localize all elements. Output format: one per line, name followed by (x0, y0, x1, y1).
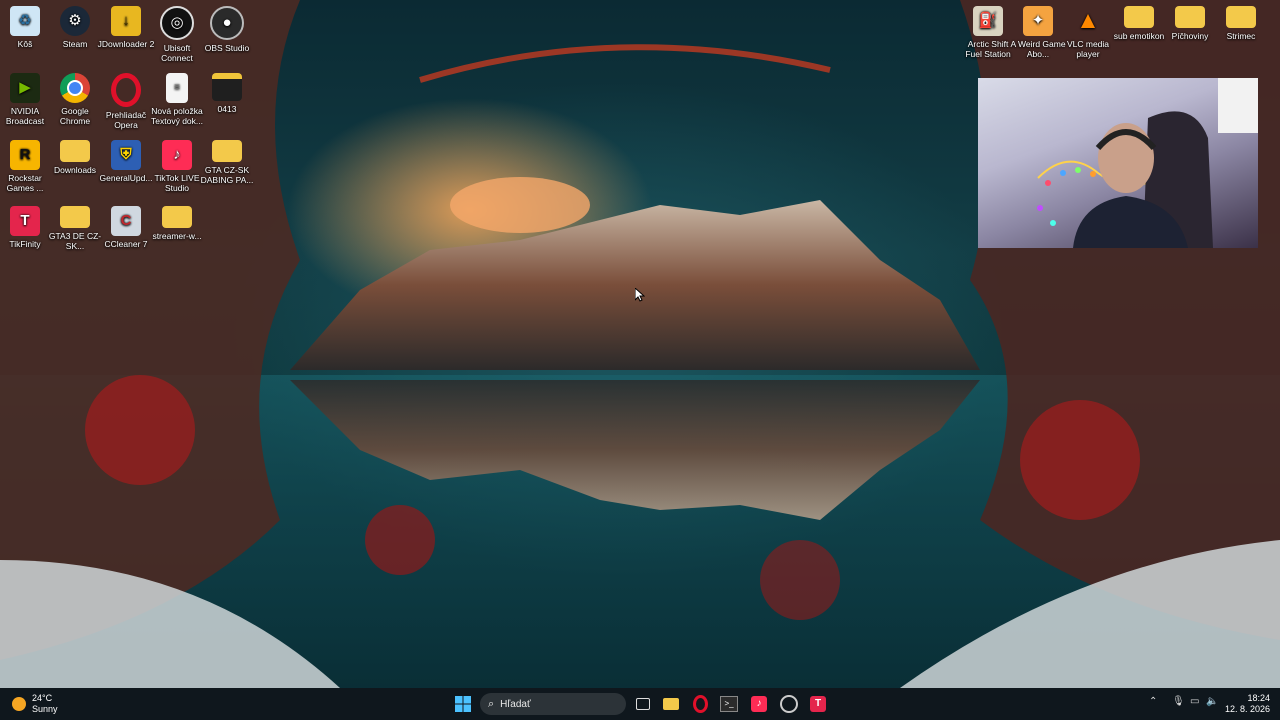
microphone-icon[interactable]: 🎙 (1172, 696, 1185, 707)
folder-icon (1175, 6, 1205, 28)
desktop-icon-0413[interactable]: 0413 (198, 73, 256, 114)
tikfinity-icon: T (810, 696, 826, 712)
weather-temp: 24°C (32, 693, 53, 703)
sun-icon (12, 697, 26, 711)
taskbar-tikfinity[interactable]: T (808, 694, 828, 714)
desktop-icon-sub-emotikon[interactable]: sub emotikon (1110, 6, 1168, 41)
file-explorer-icon (663, 698, 679, 710)
jdownloader-icon: ↓ (111, 6, 141, 36)
start-button[interactable] (453, 694, 473, 714)
folder-icon (1226, 6, 1256, 28)
webcam-person (1037, 78, 1258, 248)
network-icon[interactable]: ▭ (1190, 696, 1199, 707)
obs-icon: ● (210, 6, 244, 40)
text-document-icon: ≡ (166, 73, 188, 103)
taskbar-obs[interactable] (779, 694, 799, 714)
desktop-icon-generalupd[interactable]: ⛨ GeneralUpd... (97, 140, 155, 183)
nvidia-icon: ▶ (10, 73, 40, 103)
tiktok-icon: ♪ (162, 140, 192, 170)
desktop-icon-obs[interactable]: ● OBS Studio (198, 6, 256, 53)
taskbar-terminal[interactable]: >_ (719, 694, 739, 714)
chrome-icon (60, 73, 90, 103)
folder-icon (60, 206, 90, 228)
folder-icon (60, 140, 90, 162)
clock-time: 18:24 (1247, 693, 1270, 703)
desktop-icon-strimec[interactable]: Strimec (1212, 6, 1270, 41)
game-icon: ✦ (1023, 6, 1053, 36)
desktop-icon-gta3[interactable]: GTA3 DE CZ-SK... (46, 206, 104, 251)
taskbar-file-explorer[interactable] (661, 694, 681, 714)
folder-icon (1124, 6, 1154, 28)
desktop-icon-jdownloader[interactable]: ↓ JDownloader 2 (97, 6, 155, 49)
steam-icon: ⚙ (60, 6, 90, 36)
task-view-button[interactable] (633, 694, 653, 714)
clock-date: 12. 8. 2026 (1224, 704, 1270, 714)
shield-icon: ⛨ (111, 140, 141, 170)
mouse-cursor (635, 288, 645, 302)
ccleaner-icon: C (111, 206, 141, 236)
terminal-icon: >_ (720, 696, 738, 712)
desktop-icon-streamer[interactable]: streamer-w... (148, 206, 206, 241)
obs-icon (780, 695, 798, 713)
rockstar-icon: R (10, 140, 40, 170)
ubisoft-icon: ◎ (160, 6, 194, 40)
folder-icon (212, 73, 242, 101)
task-view-icon (636, 698, 650, 710)
search-icon: ⌕ (488, 697, 495, 710)
arctic-shift-icon: ⛽ (973, 6, 1003, 36)
taskbar-tiktok[interactable]: ♪ (749, 694, 769, 714)
desktop-icon-chrome[interactable]: Google Chrome (46, 73, 104, 126)
recycle-bin-icon: ♻ (10, 6, 40, 36)
desktop-icon-gta-dabing[interactable]: GTA CZ-SK DABING PA... (198, 140, 256, 185)
taskbar-clock[interactable]: 18:24 12. 8. 2026 (1224, 693, 1270, 715)
desktop-icon-vlc[interactable]: ▲ VLC media player (1059, 6, 1117, 60)
desktop-icon-downloads[interactable]: Downloads (46, 140, 104, 175)
opera-icon (692, 695, 708, 713)
search-placeholder: Hľadať (500, 698, 531, 710)
desktop-icon-steam[interactable]: ⚙ Steam (46, 6, 104, 49)
webcam-overlay (978, 78, 1258, 248)
folder-icon (162, 206, 192, 228)
start-icon (455, 696, 471, 712)
weather-widget[interactable]: 24°C Sunny (12, 693, 58, 715)
desktop-icon-opera[interactable]: Prehliadač Opera (97, 73, 155, 130)
opera-icon (111, 73, 141, 107)
weather-condition: Sunny (32, 704, 58, 714)
taskbar-search[interactable]: ⌕ Hľadať (480, 693, 626, 715)
tikfinity-icon: T (10, 206, 40, 236)
vlc-icon: ▲ (1076, 7, 1100, 34)
tray-overflow-chevron-icon[interactable]: ⌃ (1149, 696, 1157, 707)
folder-icon (212, 140, 242, 162)
taskbar-opera[interactable] (690, 694, 710, 714)
desktop-icon-pichoviny[interactable]: Píčhoviny (1161, 6, 1219, 41)
desktop-icon-ccleaner[interactable]: C CCleaner 7 (97, 206, 155, 249)
volume-icon[interactable]: 🔈 (1206, 696, 1218, 707)
tiktok-icon: ♪ (751, 696, 767, 712)
